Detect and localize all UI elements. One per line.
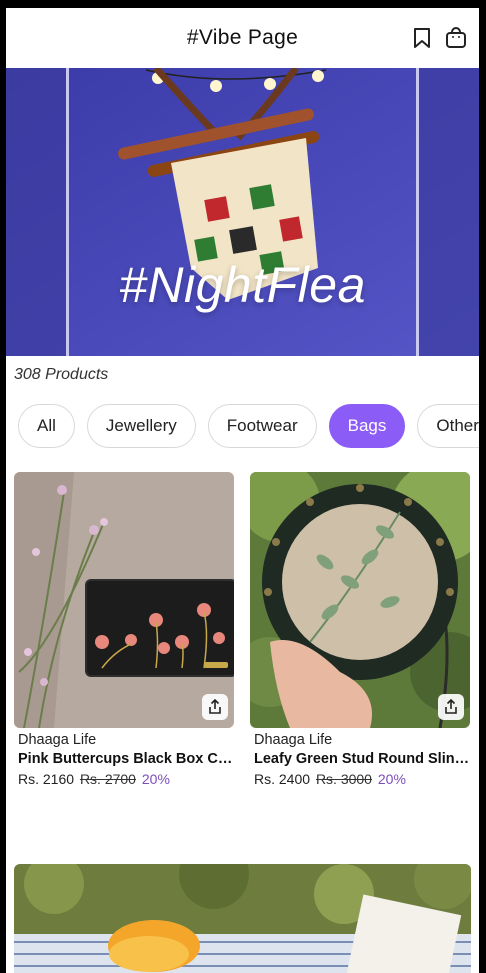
- filter-chip-others[interactable]: Others: [417, 404, 479, 448]
- sale-price: Rs. 2400: [254, 771, 311, 787]
- product-grid: Dhaaga Life Pink Buttercups Black Box Cl…: [6, 464, 479, 787]
- product-name[interactable]: Pink Buttercups Black Box Clutch: [18, 751, 234, 767]
- original-price: Rs. 3000: [315, 771, 372, 787]
- share-icon: [209, 699, 221, 714]
- bookmark-icon[interactable]: [411, 26, 433, 50]
- hero-banner[interactable]: #NightFlea: [6, 68, 479, 356]
- product-image[interactable]: [14, 472, 234, 728]
- screen: #Vibe Page #NightFlea 308 Products All J…: [6, 8, 479, 973]
- product-card[interactable]: Dhaaga Life Leafy Green Stud Round Sling…: [250, 472, 470, 787]
- product-card[interactable]: Dhaaga Life Pink Buttercups Black Box Cl…: [14, 472, 234, 787]
- price-row: Rs. 2400 Rs. 3000 20%: [254, 771, 470, 787]
- top-bar: #Vibe Page: [6, 8, 479, 68]
- category-filter-bar: All Jewellery Footwear Bags Others: [6, 392, 479, 464]
- shopping-bag-icon[interactable]: [445, 26, 467, 50]
- discount-percent: 20%: [141, 771, 170, 787]
- price-row: Rs. 2160 Rs. 2700 20%: [18, 771, 234, 787]
- sale-price: Rs. 2160: [18, 771, 75, 787]
- share-icon: [445, 699, 457, 714]
- product-image[interactable]: [250, 472, 470, 728]
- product-image-partial[interactable]: [14, 864, 471, 973]
- clutch-photo: [14, 472, 234, 728]
- product-count: 308 Products: [14, 366, 109, 383]
- product-name[interactable]: Leafy Green Stud Round Sling Bag: [254, 751, 470, 767]
- banner-headline: #NightFlea: [119, 257, 366, 313]
- page-title: #Vibe Page: [186, 26, 299, 49]
- filter-chip-jewellery[interactable]: Jewellery: [86, 404, 196, 448]
- filter-chip-footwear[interactable]: Footwear: [207, 404, 317, 448]
- header-actions: [411, 26, 467, 50]
- sling-bag-photo: [250, 472, 470, 728]
- partial-product-photo: [14, 864, 471, 973]
- product-brand: Dhaaga Life: [254, 732, 333, 748]
- share-button[interactable]: [438, 694, 464, 720]
- filter-chip-all[interactable]: All: [18, 404, 75, 448]
- product-brand: Dhaaga Life: [18, 732, 97, 748]
- filter-chip-bags[interactable]: Bags: [328, 404, 406, 448]
- share-button[interactable]: [202, 694, 228, 720]
- discount-percent: 20%: [377, 771, 406, 787]
- original-price: Rs. 2700: [79, 771, 136, 787]
